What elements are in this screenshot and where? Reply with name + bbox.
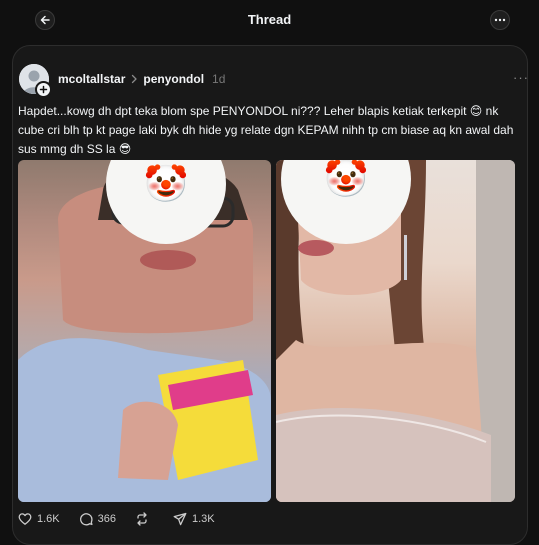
more-options-button[interactable] xyxy=(490,10,510,30)
post-text: Hapdet...kowg dh dpt teka blom spe PENYO… xyxy=(18,104,514,156)
share-button[interactable]: 1.3K xyxy=(173,512,215,526)
comment-icon xyxy=(79,513,93,526)
send-icon xyxy=(173,512,187,526)
timestamp: 1d xyxy=(212,72,226,86)
post-images: 🤡 🤡 xyxy=(18,160,523,502)
ellipsis-icon xyxy=(494,18,506,22)
plus-icon xyxy=(39,85,48,94)
post-actions: 1.6K 366 1.3K xyxy=(18,512,234,526)
reply-to-username[interactable]: penyondol xyxy=(143,72,204,86)
reply-count: 366 xyxy=(97,513,116,525)
post-header: mcoltallstar penyondol 1d xyxy=(58,72,225,86)
thread-post-card: mcoltallstar penyondol 1d ··· Hapdet...k… xyxy=(12,45,528,545)
like-button[interactable]: 1.6K xyxy=(18,512,60,526)
top-bar: Thread xyxy=(0,0,539,42)
heart-icon xyxy=(18,513,32,525)
follow-plus-button[interactable] xyxy=(35,81,52,98)
page-title: Thread xyxy=(247,12,292,27)
clown-face-icon: 🤡 xyxy=(143,163,189,204)
repost-icon xyxy=(137,512,147,526)
ellipsis-icon: ··· xyxy=(513,70,528,85)
like-count: 1.6K xyxy=(37,513,60,525)
post-image-2[interactable]: 🤡 xyxy=(276,160,515,502)
username[interactable]: mcoltallstar xyxy=(58,72,125,86)
share-count: 1.3K xyxy=(192,513,215,525)
repost-button[interactable] xyxy=(135,512,154,526)
post-image-1[interactable]: 🤡 xyxy=(18,160,271,502)
post-more-button[interactable]: ··· xyxy=(513,70,528,85)
chevron-right-icon xyxy=(132,74,138,84)
reply-button[interactable]: 366 xyxy=(79,512,116,526)
clown-face-icon: 🤡 xyxy=(323,160,369,199)
